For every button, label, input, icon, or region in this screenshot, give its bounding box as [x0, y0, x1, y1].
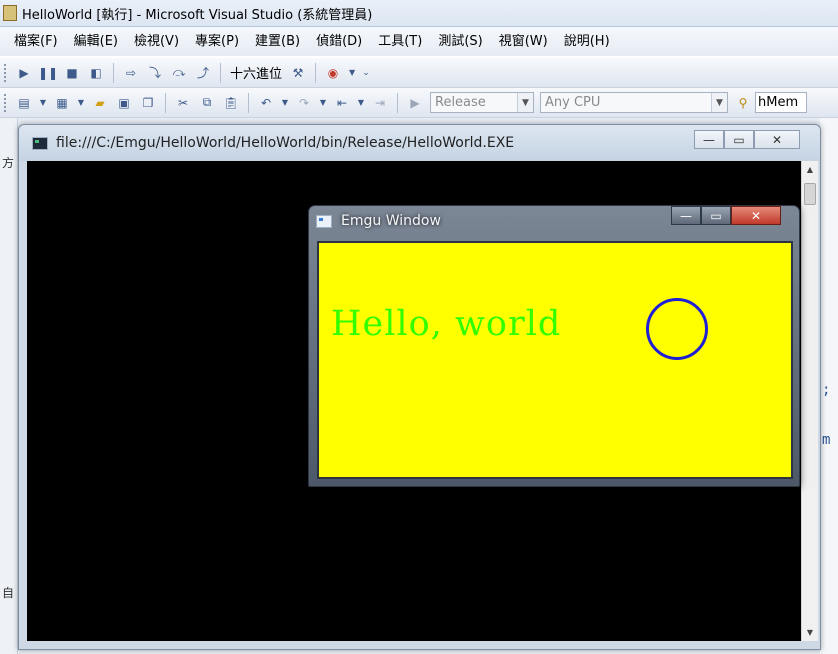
toolbar-grip[interactable]	[4, 93, 8, 112]
left-panel-fragment: 方	[2, 156, 15, 170]
scroll-up-icon[interactable]: ▲	[802, 161, 818, 178]
new-project-icon[interactable]: ▤	[14, 93, 34, 113]
save-all-icon[interactable]: ❐	[138, 93, 158, 113]
step-into-icon[interactable]: ⤵	[145, 63, 165, 83]
solution-configuration-value: Release	[435, 95, 486, 110]
show-next-statement-icon[interactable]: ⇨	[121, 63, 141, 83]
undo-icon[interactable]: ↶	[256, 93, 276, 113]
emgu-image-canvas: Hello, world	[317, 241, 793, 479]
menu-test[interactable]: 測試(S)	[430, 27, 490, 56]
chevron-down-icon[interactable]: ▼	[76, 93, 86, 113]
menu-help[interactable]: 說明(H)	[556, 27, 618, 56]
vs-editor-right-edge: ; m	[820, 118, 838, 654]
scrollbar-thumb[interactable]	[804, 183, 816, 205]
console-title-bar[interactable]: file:///C:/Emgu/HelloWorld/HelloWorld/bi…	[19, 125, 820, 161]
menu-window[interactable]: 視窗(W)	[491, 27, 556, 56]
continue-icon[interactable]: ▶	[14, 63, 34, 83]
toolbar-separator	[248, 92, 249, 113]
chevron-down-icon[interactable]: ▼	[318, 93, 328, 113]
menu-tools[interactable]: 工具(T)	[370, 27, 430, 56]
minimize-icon[interactable]: —	[671, 206, 701, 225]
navigate-backward-icon[interactable]: ⇤	[332, 93, 352, 113]
vs-left-panel-strip: 方 自	[0, 118, 18, 654]
menu-view[interactable]: 檢視(V)	[126, 27, 187, 56]
chevron-down-icon[interactable]: ▼	[347, 63, 357, 83]
drawn-circle	[646, 298, 708, 360]
close-icon[interactable]: ✕	[754, 130, 800, 149]
stop-debugging-icon[interactable]: ■	[62, 63, 82, 83]
minimize-icon[interactable]: —	[694, 130, 724, 149]
hello-world-text: Hello, world	[331, 304, 562, 344]
emgu-window-controls: — ▭ ✕	[671, 206, 781, 225]
console-window-title: file:///C:/Emgu/HelloWorld/HelloWorld/bi…	[56, 135, 515, 151]
menu-project[interactable]: 專案(P)	[187, 27, 247, 56]
emgu-app-icon	[316, 214, 332, 228]
console-app-icon	[32, 136, 48, 150]
chevron-down-icon[interactable]: ▼	[517, 93, 533, 112]
visual-studio-app-icon	[3, 5, 17, 21]
save-icon[interactable]: ▣	[114, 93, 134, 113]
emgu-window: Emgu Window — ▭ ✕ Hello, world	[308, 205, 800, 487]
toolbar-separator	[397, 92, 398, 113]
breakpoints-window-icon[interactable]: ◉	[323, 63, 343, 83]
maximize-icon[interactable]: ▭	[701, 206, 731, 225]
toolbar-separator	[113, 62, 114, 83]
toolbar-grip[interactable]	[4, 63, 8, 82]
copy-icon[interactable]: ⧉	[197, 93, 217, 113]
menu-edit[interactable]: 編輯(E)	[66, 27, 126, 56]
show-threads-icon[interactable]: ⚒	[288, 63, 308, 83]
emgu-title-bar[interactable]: Emgu Window — ▭ ✕	[309, 206, 799, 236]
vs-menu-bar: 檔案(F) 編輯(E) 檢視(V) 專案(P) 建置(B) 偵錯(D) 工具(T…	[0, 27, 838, 56]
hexadecimal-toggle[interactable]: 十六進位	[226, 63, 286, 82]
solution-platform-value: Any CPU	[545, 95, 601, 110]
maximize-icon[interactable]: ▭	[724, 130, 754, 149]
console-vertical-scrollbar[interactable]: ▲ ▼	[801, 161, 818, 641]
standard-toolbar: ▤ ▼ ▦ ▼ ▰ ▣ ❐ ✂ ⧉ 📋︎ ↶ ▼ ↷ ▼ ⇤ ▼ ⇥ ▶ Rel…	[0, 88, 838, 118]
left-panel-fragment: 自	[2, 586, 15, 600]
chevron-down-icon[interactable]: ▼	[711, 93, 727, 112]
find-in-files-icon[interactable]: ⚲	[733, 93, 753, 113]
paste-icon[interactable]: 📋︎	[221, 93, 241, 113]
toolbar-overflow-icon[interactable]: ⌄	[361, 63, 371, 83]
console-window-controls: — ▭ ✕	[694, 130, 800, 149]
solution-platform-select[interactable]: Any CPU ▼	[540, 92, 728, 113]
emgu-window-title: Emgu Window	[341, 213, 441, 229]
step-out-icon[interactable]: ⤴	[193, 63, 213, 83]
menu-file[interactable]: 檔案(F)	[6, 27, 66, 56]
debug-toolbar: ▶ ❚❚ ■ ◧ ⇨ ⤵ ⤼ ⤴ 十六進位 ⚒ ◉ ▼ ⌄	[0, 58, 838, 88]
menu-build[interactable]: 建置(B)	[247, 27, 308, 56]
break-all-icon[interactable]: ❚❚	[38, 63, 58, 83]
step-over-icon[interactable]: ⤼	[169, 63, 189, 83]
cut-icon[interactable]: ✂	[173, 93, 193, 113]
open-file-icon[interactable]: ▰	[90, 93, 110, 113]
toolbar-separator	[165, 92, 166, 113]
chevron-down-icon[interactable]: ▼	[356, 93, 366, 113]
navigate-forward-icon[interactable]: ⇥	[370, 93, 390, 113]
toolbar-separator	[220, 62, 221, 83]
chevron-down-icon[interactable]: ▼	[280, 93, 290, 113]
editor-code-fragment: m	[822, 432, 831, 448]
find-input[interactable]: hMem	[755, 92, 807, 113]
start-debugging-icon[interactable]: ▶	[405, 93, 425, 113]
vs-window-title: HelloWorld [執行] - Microsoft Visual Studi…	[22, 7, 373, 23]
add-item-icon[interactable]: ▦	[52, 93, 72, 113]
chevron-down-icon[interactable]: ▼	[38, 93, 48, 113]
editor-code-fragment: ;	[822, 382, 831, 398]
scroll-down-icon[interactable]: ▼	[802, 624, 818, 641]
vs-title-bar: HelloWorld [執行] - Microsoft Visual Studi…	[0, 0, 838, 27]
menu-debug[interactable]: 偵錯(D)	[308, 27, 370, 56]
close-icon[interactable]: ✕	[731, 206, 781, 225]
toolbar-separator	[315, 62, 317, 83]
restart-icon[interactable]: ◧	[86, 63, 106, 83]
redo-icon[interactable]: ↷	[294, 93, 314, 113]
solution-configuration-select[interactable]: Release ▼	[430, 92, 534, 113]
